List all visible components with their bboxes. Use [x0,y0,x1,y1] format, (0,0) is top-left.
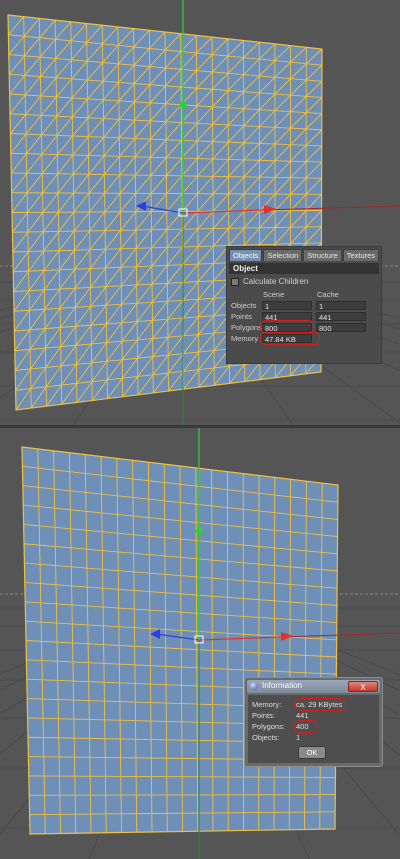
highlight-circle [294,698,346,711]
dialog-title: Information [262,681,303,690]
info-value: 1 [296,733,301,742]
stat-label: Memory [231,334,259,343]
viewport-bottom[interactable] [0,428,400,859]
tab-objects[interactable]: Objects [229,249,263,261]
stat-row-objects: Objects 1 1 [227,301,377,311]
info-label: Points: [252,711,275,720]
calculate-children-label: Calculate Children [243,277,309,286]
info-label: Objects: [252,733,280,742]
column-header-scene: Scene [263,290,285,299]
tab-textures[interactable]: Textures [342,249,380,261]
highlight-circle [294,720,318,733]
info-row-objects: Objects: 1 [252,733,372,743]
info-value: 441 [296,711,309,720]
cache-value-field: 1 [316,301,366,311]
section-title-object: Object [229,263,379,274]
tab-structure[interactable]: Structure [303,249,342,261]
close-button[interactable]: X [348,681,378,692]
viewport-bottom-scene [0,428,400,859]
viewport-top[interactable]: Objects Selection Structure Textures Obj… [0,0,400,425]
info-label: Polygons: [252,722,285,731]
information-dialog: Information X Memory: ca. 29 KBytes Poin… [244,677,383,767]
stat-label: Objects [231,301,257,310]
stat-label: Points [231,312,252,321]
tab-selection[interactable]: Selection [263,249,303,261]
dialog-titlebar[interactable]: Information X [247,680,380,693]
dialog-body: Memory: ca. 29 KBytes Points: 441 Polygo… [248,695,379,763]
cache-value-field: 441 [316,312,366,322]
ok-button[interactable]: OK [298,746,326,759]
column-header-cache: Cache [317,290,339,299]
scene-value-field: 1 [262,301,312,311]
info-icon [250,682,258,690]
attributes-panel: Objects Selection Structure Textures Obj… [226,246,382,364]
calculate-children-checkbox[interactable] [231,277,239,286]
cache-value-field: 800 [316,323,366,333]
calculate-children-row[interactable]: Calculate Children [227,274,381,288]
stat-label: Polygons [231,323,262,332]
highlight-circle [260,332,320,345]
info-label: Memory: [252,700,282,709]
attributes-tabs: Objects Selection Structure Textures [227,247,381,261]
